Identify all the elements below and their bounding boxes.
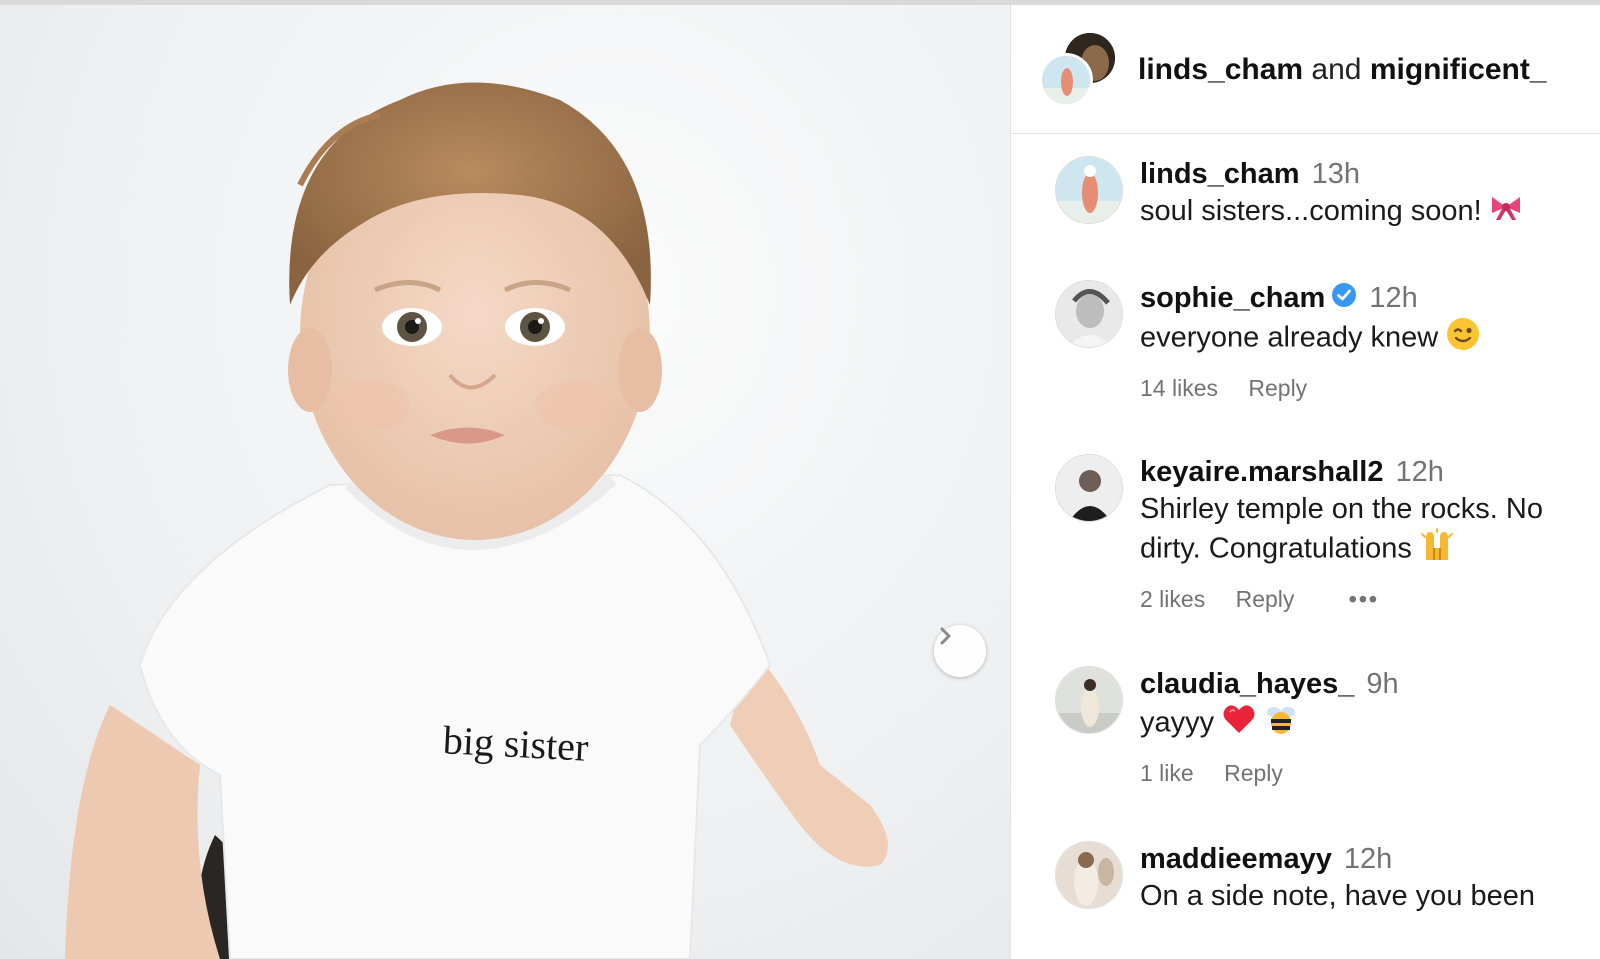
- comment-username[interactable]: maddieemayy: [1140, 843, 1332, 875]
- author-link[interactable]: linds_cham: [1138, 53, 1303, 86]
- comment-time: 12h: [1395, 456, 1444, 488]
- comment-likes[interactable]: 2 likes: [1140, 586, 1205, 612]
- comment-list[interactable]: linds_cham 13h soul sisters...coming soon…: [1011, 134, 1600, 959]
- avatar[interactable]: [1055, 666, 1123, 734]
- reply-button[interactable]: Reply: [1248, 375, 1307, 401]
- comment-time: 13h: [1311, 158, 1360, 190]
- chevron-right-icon: [940, 627, 951, 645]
- more-options-icon[interactable]: •••: [1349, 586, 1379, 612]
- avatar[interactable]: [1055, 280, 1123, 348]
- comment-time: 12h: [1343, 843, 1393, 875]
- comment-text: soul sisters...coming soon!: [1140, 195, 1482, 227]
- comment-username[interactable]: sophie_cham: [1140, 282, 1325, 314]
- comment: sophie_cham 12h everyone already knew 14 …: [1043, 280, 1593, 410]
- avatar[interactable]: [1055, 156, 1123, 224]
- comment: linds_cham 13h soul sisters...coming soon…: [1043, 156, 1593, 236]
- comment-username[interactable]: claudia_hayes_: [1140, 668, 1354, 700]
- collab-avatars[interactable]: [1039, 33, 1115, 108]
- ribbon-icon: [1490, 193, 1522, 231]
- comment-likes[interactable]: 1 like: [1140, 760, 1194, 786]
- comment: claudia_hayes_ 9h yayyy 1 like Reply: [1043, 666, 1593, 796]
- next-photo-button[interactable]: [934, 625, 986, 677]
- winking-face-icon: [1446, 317, 1480, 361]
- verified-badge-icon: [1331, 281, 1357, 317]
- comment-likes[interactable]: 14 likes: [1140, 375, 1218, 401]
- reply-button[interactable]: Reply: [1236, 586, 1295, 612]
- post-media: big sister: [0, 5, 1010, 959]
- comment-username[interactable]: keyaire.marshall2: [1140, 456, 1383, 488]
- comment-text: yayyy: [1140, 706, 1215, 739]
- raising-hands-icon: [1420, 528, 1454, 572]
- comment: keyaire.marshall2 12h Shirley temple on t…: [1043, 454, 1593, 624]
- author-link[interactable]: mignificent_: [1370, 53, 1547, 86]
- comment-text: everyone already knew: [1140, 322, 1439, 354]
- post-header: linds_cham and mignificent_: [1011, 5, 1600, 134]
- comment-time: 12h: [1369, 282, 1418, 314]
- reply-button[interactable]: Reply: [1224, 760, 1283, 786]
- avatar[interactable]: [1055, 454, 1123, 522]
- avatar[interactable]: [1039, 53, 1093, 107]
- comment-text: On a side note, have you been: [1140, 880, 1536, 912]
- comment-time: 9h: [1366, 668, 1399, 700]
- comment-username[interactable]: linds_cham: [1140, 158, 1300, 190]
- avatar[interactable]: [1055, 841, 1123, 909]
- bee-icon: [1264, 702, 1298, 746]
- comment: maddieemayy 12h On a side note, have you …: [1043, 841, 1593, 959]
- shirt-text: big sister: [442, 717, 590, 770]
- heart-icon: [1222, 703, 1256, 745]
- comment-text: Shirley temple on the rocks. No dirty. C…: [1140, 493, 1543, 565]
- post-photo: big sister: [65, 82, 888, 959]
- post-authors: linds_cham and mignificent_: [1138, 53, 1547, 87]
- authors-joiner: and: [1311, 53, 1362, 86]
